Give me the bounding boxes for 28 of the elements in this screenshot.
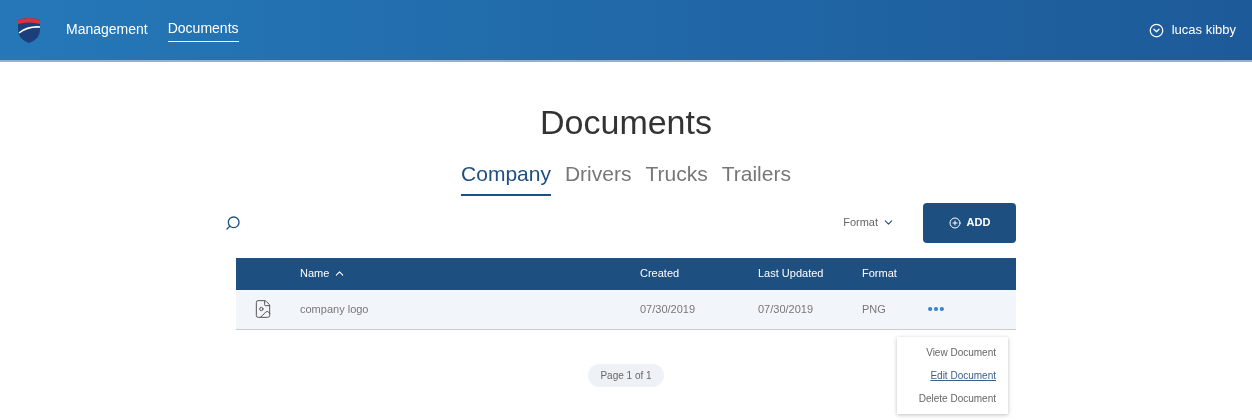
plus-icon [948,216,961,229]
table-cell-text: 07/30/2019 [758,301,815,317]
image-file-icon [253,299,273,319]
shield-logo[interactable] [16,16,42,44]
category-tab[interactable]: Trailers [721,158,791,196]
table-cell-text: 07/30/2019 [640,301,697,317]
category-tab[interactable]: Drivers [564,158,632,196]
add-button[interactable]: ADD [923,202,1016,243]
page-indicator: Page 1 of 1 [588,363,664,387]
column-header[interactable]: Name [300,265,330,282]
nav-link[interactable]: Documents [167,18,239,42]
page-title: Documents [539,102,713,143]
format-filter[interactable]: Format [843,214,895,231]
column-header[interactable]: Last Updated [758,265,824,282]
table-row[interactable]: company logo 07/30/2019 07/30/2019 PNG [236,289,1016,330]
nav-link[interactable]: Management [66,18,148,42]
menu-item[interactable]: View Document [926,345,996,360]
table-cell-text: company logo [300,301,370,317]
search-icon[interactable] [225,214,241,231]
chevron-circle-icon[interactable] [1148,22,1164,38]
menu-item[interactable]: Delete Document [918,391,996,406]
table-cell-text: PNG [862,301,887,317]
column-header[interactable]: Format [862,265,897,282]
category-tab[interactable]: Trucks [645,158,708,196]
column-header[interactable]: Created [640,265,680,282]
category-tab[interactable]: Company [461,158,551,196]
user-name[interactable]: lucas kibby [1171,20,1236,40]
menu-item[interactable]: Edit Document [930,368,996,383]
